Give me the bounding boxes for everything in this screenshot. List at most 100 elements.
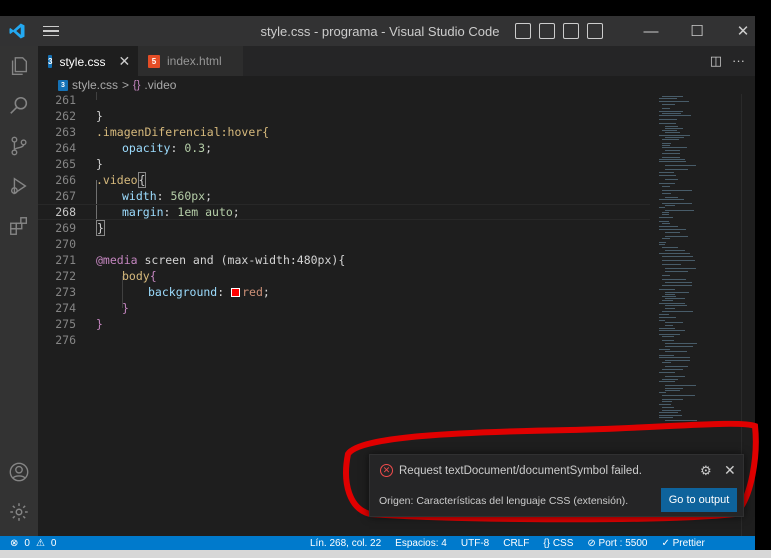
minimap-line (659, 101, 689, 102)
line-number: 274 (55, 301, 76, 315)
toggle-secondary-sidebar-icon[interactable] (563, 23, 579, 39)
notification-source: Origen: Características del lenguaje CSS… (379, 495, 629, 507)
css-at-rule: @media (96, 253, 138, 267)
minimap-line (665, 210, 694, 211)
minimap-line (659, 221, 669, 222)
minimap-line (659, 183, 675, 184)
notification-close-icon[interactable]: ✕ (724, 462, 736, 479)
code-line: 263 .imagenDiferencial:hover{ (38, 124, 650, 140)
minimap-line (665, 128, 683, 129)
minimap-line (665, 385, 696, 386)
minimap-line (665, 305, 687, 306)
error-icon: ✕ (380, 464, 393, 477)
indentation[interactable]: Espacios: 4 (395, 538, 447, 549)
line-number: 266 (55, 173, 76, 187)
minimap-line (662, 260, 695, 261)
more-actions-icon[interactable]: ··· (732, 53, 745, 69)
code-line-current: 268 margin: 1em auto; (38, 204, 650, 220)
editor-actions: ◫ ··· (710, 53, 745, 69)
minimap-line (665, 132, 680, 133)
line-number: 265 (55, 157, 76, 171)
code-text: } (96, 109, 103, 123)
title-bar: style.css - programa - Visual Studio Cod… (0, 16, 755, 46)
minimap-line (659, 355, 674, 356)
css-file-icon: 3 (48, 55, 53, 68)
menu-icon[interactable] (34, 16, 68, 46)
prettier-status[interactable]: ✓ Prettier (661, 538, 704, 549)
minimap-line (659, 412, 678, 413)
css-property: margin (122, 205, 164, 219)
end-of-line[interactable]: CRLF (503, 538, 529, 549)
close-tab-icon[interactable]: ✕ (118, 53, 130, 70)
maximize-button[interactable]: ☐ (674, 22, 720, 40)
tab-label: style.css (59, 54, 106, 69)
source-control-icon[interactable] (7, 134, 31, 158)
minimap-line (662, 223, 670, 224)
minimap[interactable] (657, 94, 717, 434)
tab-style-css[interactable]: 3 style.css ✕ (38, 46, 138, 76)
notification-header: ✕ Request textDocument/documentSymbol fa… (380, 464, 642, 477)
minimap-line (659, 242, 666, 243)
code-text: margin: 1em auto; (122, 205, 240, 219)
code-text: } (96, 317, 103, 331)
problems-indicator[interactable]: ⊗ 0 ⚠ 0 (10, 538, 56, 549)
css-value: 560px (170, 189, 206, 203)
explorer-icon[interactable] (7, 54, 31, 78)
toggle-panel-icon[interactable] (539, 23, 555, 39)
extensions-icon[interactable] (7, 214, 31, 238)
color-swatch-icon[interactable] (231, 288, 241, 297)
vscode-logo-icon (0, 16, 34, 46)
run-debug-icon[interactable] (7, 174, 31, 198)
minimap-line (659, 334, 680, 335)
minimap-line (662, 214, 669, 215)
go-to-output-button[interactable]: Go to output (661, 488, 737, 512)
minimap-line (659, 135, 690, 136)
errors-icon: ⊗ (10, 537, 19, 549)
minimize-button[interactable]: — (628, 23, 674, 40)
right-strip (755, 0, 771, 558)
code-line: 271 @media screen and (max-width:480px){ (38, 252, 650, 268)
minimap-line (665, 294, 675, 295)
code-text: .imagenDiferencial:hover{ (96, 125, 270, 139)
line-number: 273 (55, 285, 76, 299)
minimap-line (665, 236, 688, 237)
code-text: } (122, 301, 129, 315)
css-value: 0.3 (184, 141, 206, 155)
minimap-line (662, 157, 680, 158)
line-number: 264 (55, 141, 76, 155)
account-icon[interactable] (7, 460, 31, 484)
minimap-line (662, 296, 676, 297)
line-number: 261 (55, 93, 76, 107)
prettier-label: Prettier (672, 537, 705, 549)
live-server-port[interactable]: ⊘ Port : 5500 (587, 538, 647, 549)
line-number: 276 (55, 333, 76, 347)
minimap-line (659, 404, 671, 405)
split-editor-icon[interactable]: ◫ (710, 53, 722, 69)
notification-settings-icon[interactable]: ⚙ (700, 463, 712, 479)
minimap-line (665, 343, 697, 344)
toggle-primary-sidebar-icon[interactable] (515, 23, 531, 39)
code-text: } (96, 220, 105, 236)
minimap-line (659, 217, 673, 218)
tab-index-html[interactable]: 5 index.html (138, 46, 244, 76)
cursor-position[interactable]: Lín. 268, col. 22 (310, 538, 381, 549)
minimap-line (662, 190, 692, 191)
minimap-line (665, 420, 697, 421)
minimap-line (659, 314, 669, 315)
minimap-line (662, 311, 693, 312)
code-text: width: 560px; (122, 189, 213, 203)
encoding[interactable]: UTF-8 (461, 538, 489, 549)
warnings-icon: ⚠ (35, 537, 45, 549)
search-icon[interactable] (7, 94, 31, 118)
line-number: 272 (55, 269, 76, 283)
breadcrumb-symbol[interactable]: .video (144, 78, 176, 92)
close-window-button[interactable]: ✕ (720, 22, 766, 40)
html-file-icon: 5 (148, 54, 160, 68)
customize-layout-icon[interactable] (587, 23, 603, 39)
manage-gear-icon[interactable] (7, 500, 31, 524)
minimap-line (665, 351, 687, 352)
breadcrumb-file[interactable]: style.css (72, 78, 118, 92)
code-line: 264 opacity: 0.3; (38, 140, 650, 156)
language-mode[interactable]: {} CSS (543, 538, 573, 549)
minimap-line (662, 362, 671, 363)
